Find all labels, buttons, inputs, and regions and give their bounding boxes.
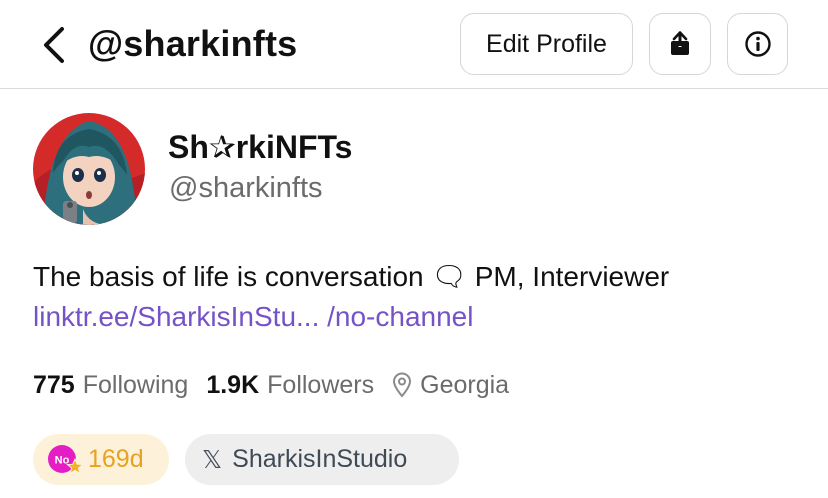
top-bar: @sharkinfts Edit Profile [0,0,828,89]
profile-bio: The basis of life is conversation 🗨 PM, … [33,261,670,292]
avatar[interactable] [33,113,145,225]
x-account-chip[interactable]: 𝕏 SharkisInStudio [185,434,459,485]
streak-chip[interactable]: No 169d [33,434,169,485]
page-title: @sharkinfts [88,23,298,64]
streak-days: 169d [88,445,144,473]
following-count: 775 [33,370,75,399]
location-text: Georgia [420,370,510,399]
followers-count: 1.9K [206,370,260,399]
share-icon [671,31,689,55]
location: Georgia [392,371,509,400]
followers-stat[interactable]: 1.9K Followers [206,371,374,400]
x-logo-icon: 𝕏 [202,445,223,474]
following-label: Following [82,370,189,399]
profile-stats: 775 Following 1.9K Followers Georgia [33,366,509,404]
location-pin-icon [393,372,412,398]
chevron-left-icon [44,27,64,63]
share-button[interactable] [649,13,711,75]
profile-link[interactable]: linktr.ee/SharkisInStu... /no-channel [33,298,473,336]
edit-profile-label: Edit Profile [486,29,607,58]
info-icon [744,31,771,57]
info-button[interactable] [727,13,788,75]
streak-badge-icon: No [48,444,84,474]
edit-profile-button[interactable]: Edit Profile [460,13,633,75]
followers-label: Followers [267,370,375,399]
following-stat[interactable]: 775 Following [33,371,188,400]
profile-handle: @sharkinfts [169,172,323,204]
x-handle: SharkisInStudio [232,445,408,473]
back-button[interactable] [36,24,72,66]
avatar-illustration [33,113,145,225]
display-name: Sh✰rkiNFTs [168,129,353,165]
